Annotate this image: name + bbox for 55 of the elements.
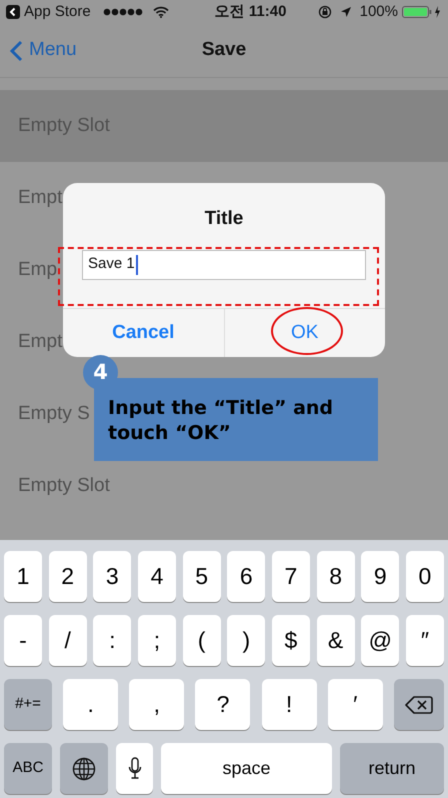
battery-percent: 100% [360, 2, 398, 22]
clock: 오전 11:40 [214, 2, 286, 22]
input-field[interactable]: Save 1 [82, 250, 366, 280]
globe-icon [72, 756, 96, 780]
space-key[interactable]: space [161, 743, 332, 794]
keyboard-key[interactable]: ) [227, 615, 266, 666]
battery-icon [402, 5, 442, 19]
keyboard-key[interactable]: 9 [361, 551, 400, 602]
keyboard-key[interactable]: ″ [406, 615, 444, 666]
keyboard-key[interactable]: ′ [328, 679, 383, 730]
microphone-icon [128, 756, 142, 780]
keyboard-key[interactable]: #+= [4, 679, 52, 730]
keyboard-key[interactable]: 1 [4, 551, 42, 602]
return-key[interactable]: return [340, 743, 444, 794]
signal-icon [102, 7, 143, 17]
back-app-label[interactable]: App Store [24, 0, 91, 24]
text-cursor [136, 254, 138, 274]
keyboard-key[interactable]: , [129, 679, 184, 730]
step-badge-tooltip: 4 [83, 355, 118, 390]
keyboard-key[interactable]: ; [138, 615, 176, 666]
keyboard-key[interactable]: 0 [406, 551, 444, 602]
keyboard-key[interactable]: ABC [4, 743, 52, 794]
highlight-ring [271, 307, 343, 355]
delete-icon [404, 694, 433, 714]
keyboard-key[interactable]: - [4, 615, 42, 666]
back-app-icon[interactable] [6, 5, 20, 19]
rotation-lock-icon [318, 5, 332, 19]
keyboard-key[interactable]: $ [272, 615, 310, 666]
globe-key[interactable] [60, 743, 108, 794]
wifi-icon [152, 6, 169, 18]
keyboard-key[interactable]: 3 [93, 551, 132, 602]
keyboard-key[interactable]: ( [182, 615, 221, 666]
callout-text: Input the “Title” and touch “OK” [108, 396, 334, 446]
keyboard-key[interactable]: @ [361, 615, 400, 666]
ok-button[interactable]: OK [224, 309, 385, 357]
keyboard-key[interactable]: 7 [272, 551, 310, 602]
keyboard-key[interactable]: . [63, 679, 118, 730]
dialog-title: Title [204, 207, 244, 231]
keyboard-key[interactable]: ? [195, 679, 250, 730]
location-icon [340, 6, 352, 18]
delete-key[interactable] [394, 679, 444, 730]
screen-title: Save [202, 38, 246, 62]
keyboard-key[interactable]: 8 [316, 551, 355, 602]
keyboard-key[interactable]: 4 [138, 551, 176, 602]
slot-label: Empty Slot [18, 474, 110, 498]
keyboard-key[interactable]: 6 [227, 551, 266, 602]
keyboard-key[interactable]: 2 [48, 551, 87, 602]
back-chevron-icon [10, 40, 23, 62]
keyboard-key[interactable]: / [48, 615, 87, 666]
dictation-key[interactable] [116, 743, 153, 794]
cancel-button[interactable]: Cancel [63, 309, 224, 357]
keyboard-key[interactable]: : [93, 615, 132, 666]
keyboard-key[interactable]: 5 [182, 551, 221, 602]
keyboard-key[interactable]: & [316, 615, 355, 666]
keyboard-key[interactable]: ! [262, 679, 317, 730]
